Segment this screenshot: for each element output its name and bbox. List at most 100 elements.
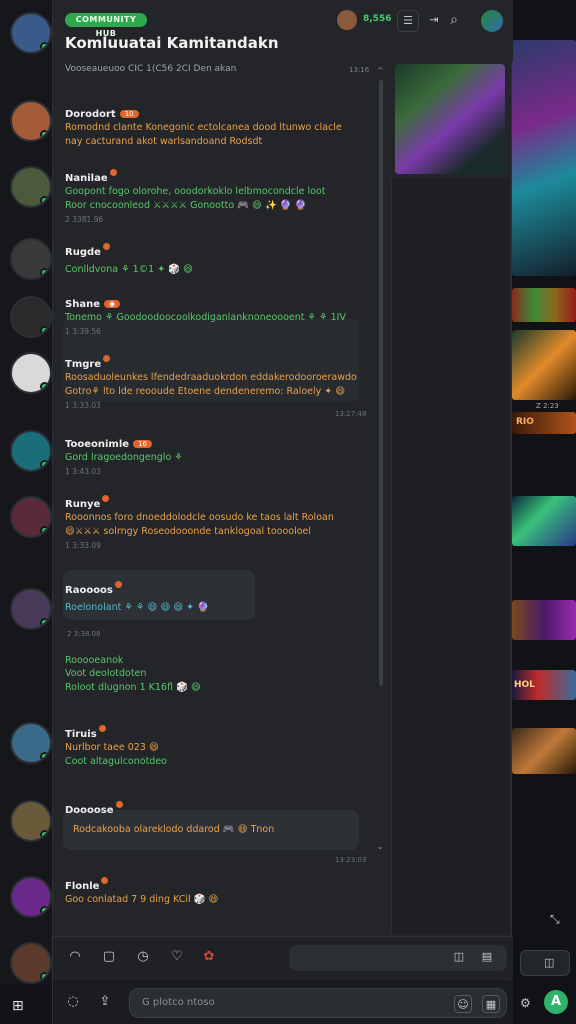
message-author[interactable]: Rooooeanok <box>65 655 123 666</box>
avatar[interactable] <box>10 496 52 538</box>
banner-label: RIO <box>516 417 534 427</box>
message-author[interactable]: Runye <box>65 499 100 510</box>
scrollbar[interactable] <box>379 80 383 686</box>
avatar[interactable] <box>10 296 52 338</box>
online-indicator <box>40 42 49 51</box>
sticker-icon[interactable]: ▢ <box>99 947 119 967</box>
camera-icon[interactable]: ◫ <box>449 947 469 967</box>
message-item: Tiruis Nurlbor taee 023 😄 Coot altagulco… <box>65 722 385 769</box>
attach-button[interactable]: ▦ <box>482 995 500 1013</box>
grid-icon[interactable]: ⊞ <box>12 998 24 1014</box>
gift-icon[interactable]: ✿ <box>199 947 219 967</box>
avatar[interactable] <box>10 942 52 984</box>
level-badge: 10 <box>119 110 139 118</box>
online-indicator <box>40 326 49 335</box>
message-author[interactable]: Doooose <box>65 805 114 816</box>
online-indicator <box>40 130 49 139</box>
online-indicator <box>40 906 49 915</box>
scroll-down-icon[interactable]: ⌄ <box>377 842 384 851</box>
avatar[interactable] <box>337 10 357 30</box>
settings-icon[interactable]: ⚙ <box>520 996 531 1010</box>
message-text: Rodcakooba olareklodo ddarod 🎮 😄 Tnon <box>73 824 275 835</box>
game-icons-strip[interactable] <box>512 288 576 322</box>
smile-face-icon[interactable]: ◠ <box>65 947 85 967</box>
message-text: nay cacturand akot warlsandoand Rodsdt <box>65 136 263 147</box>
image-icon[interactable]: ▤ <box>477 947 497 967</box>
message-author[interactable]: Shane <box>65 299 100 310</box>
status-dot <box>101 877 109 884</box>
scroll-up-icon[interactable]: ^ <box>377 66 384 75</box>
input-placeholder: G plotco ntoso <box>142 997 215 1008</box>
gif-icon[interactable]: ◷ <box>133 947 153 967</box>
avatar[interactable] <box>10 800 52 842</box>
status-dot <box>102 495 110 502</box>
game-artwork[interactable] <box>512 40 576 276</box>
avatar[interactable] <box>10 12 52 54</box>
message-item: Raoooos Roelonolant ⚘ ⚘ 😄 😄 😄 ✦ 🔮 <box>65 578 385 615</box>
expand-icon[interactable]: ⤡ <box>550 912 560 927</box>
message-text: Roloot dlugnon 1 K16fl 🎲 😄 <box>65 682 201 693</box>
game-thumbnail[interactable] <box>512 600 576 640</box>
status-dot <box>102 243 110 250</box>
avatar[interactable] <box>10 722 52 764</box>
message-author[interactable]: Raoooos <box>65 585 113 596</box>
status-dot <box>98 725 106 732</box>
message-timestamp: 2 3381.96 <box>65 215 104 224</box>
avatar[interactable] <box>10 588 52 630</box>
chat-header: COMMUNITY HUB Komluuatai Kamitandakn 8,5… <box>53 0 513 62</box>
status-dot <box>103 355 111 362</box>
message-timestamp: 1 3:39.56 <box>65 327 101 336</box>
message-author[interactable]: Tmgre <box>65 359 101 370</box>
game-thumbnail[interactable] <box>512 728 576 774</box>
message-item: Shane ◉ Tonemo ⚘ Goodoodoocoolkodiganlank… <box>65 292 385 336</box>
emoji-button[interactable]: ☺ <box>454 995 472 1013</box>
message-item: Tmgre Roosaduoleunkes lfendedraaduokrdon… <box>65 352 385 410</box>
message-item: Rugde Conlldvona ⚘ 1©1 ✦ 🎲 😄 <box>65 240 385 277</box>
online-indicator <box>40 972 49 981</box>
message-text: Goopont fogo olorohe, ooodorkoklo lelbmo… <box>65 186 326 197</box>
message-item: Rooooeanok Voot deolotdoten Roloot dlugn… <box>65 648 385 695</box>
game-thumbnail[interactable] <box>512 496 576 546</box>
timestamp: 13:16 <box>349 66 370 74</box>
message-text: Tonemo ⚘ Goodoodoocoolkodiganlanknoneooo… <box>65 312 346 323</box>
message-item: Doooose Rodcakooba olareklodo ddarod 🎮 😄… <box>65 798 385 837</box>
online-indicator <box>40 460 49 469</box>
pin-icon[interactable]: ⇥ <box>423 10 445 32</box>
online-indicator <box>40 830 49 839</box>
message-author[interactable]: Rugde <box>65 247 101 258</box>
message-item: Nanilae Goopont fogo olorohe, ooodorkokl… <box>65 166 385 224</box>
message-author[interactable]: Dorodort <box>65 109 116 120</box>
message-author[interactable]: Tooeonimle <box>65 439 129 450</box>
avatar[interactable] <box>10 430 52 472</box>
heart-icon[interactable]: ♡ <box>167 947 187 967</box>
server-badge[interactable]: COMMUNITY HUB <box>65 13 147 38</box>
avatar-rail <box>0 0 52 1024</box>
message-author[interactable]: Tiruis <box>65 729 97 740</box>
secondary-input[interactable] <box>289 945 507 971</box>
search-icon[interactable]: ⌕ <box>443 10 465 32</box>
message-text: Romodnd clante Konegonic ectolcanea dood… <box>65 122 342 133</box>
avatar[interactable] <box>10 876 52 918</box>
avatar[interactable] <box>10 238 52 280</box>
message-item: Dorodort 10 Romodnd clante Konegonic ecto… <box>65 102 385 149</box>
globe-icon[interactable] <box>481 10 503 32</box>
camera-icon[interactable]: ◫ <box>544 956 554 969</box>
avatar[interactable] <box>10 166 52 208</box>
message-text: Goo conlatad 7 9 ding KCil 🎲 😄 <box>65 894 219 905</box>
member-list-button[interactable]: ☰ <box>397 10 419 32</box>
upload-icon[interactable]: ⇪ <box>95 992 115 1012</box>
avatar[interactable] <box>10 352 52 394</box>
message-item: Flonle Goo conlatad 7 9 ding KCil 🎲 😄 <box>65 874 385 907</box>
level-badge: ◉ <box>103 300 121 308</box>
add-button[interactable]: A <box>544 990 568 1014</box>
game-thumbnail[interactable] <box>512 330 576 400</box>
message-input[interactable]: G plotco ntoso ☺ ▦ <box>129 988 507 1018</box>
message-author[interactable]: Flonle <box>65 881 99 892</box>
avatar[interactable] <box>10 100 52 142</box>
chat-bubble-icon[interactable]: ◌ <box>63 992 83 1012</box>
message-author[interactable]: Nanilae <box>65 173 108 184</box>
message-text: 😄⚔⚔⚔ solrngy Roseodooonde tanklogoal too… <box>65 526 312 537</box>
message-text: Roelonolant ⚘ ⚘ 😄 😄 😄 ✦ 🔮 <box>65 602 209 613</box>
message-text: Coot altagulconotdeo <box>65 756 167 767</box>
shared-image[interactable] <box>395 64 505 174</box>
